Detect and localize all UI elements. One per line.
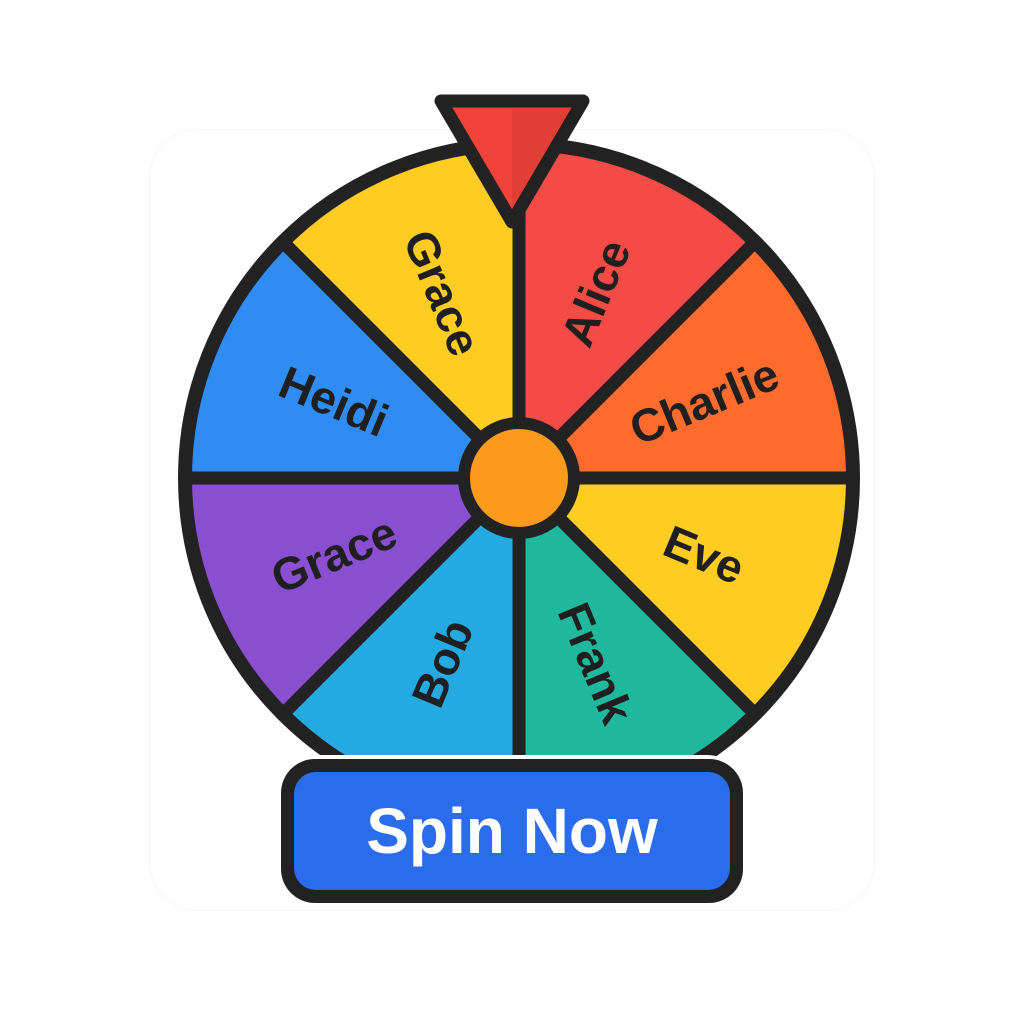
spin-button[interactable]: Spin Now: [294, 772, 730, 890]
spin-wheel-app: Alice Charlie Eve Frank Bob Grace Heidi Grace S…: [0, 0, 1024, 1024]
spin-button-label: Spin Now: [366, 795, 658, 867]
spin-button-frame: Spin Now: [277, 755, 747, 907]
wheel-hub: [458, 417, 580, 539]
